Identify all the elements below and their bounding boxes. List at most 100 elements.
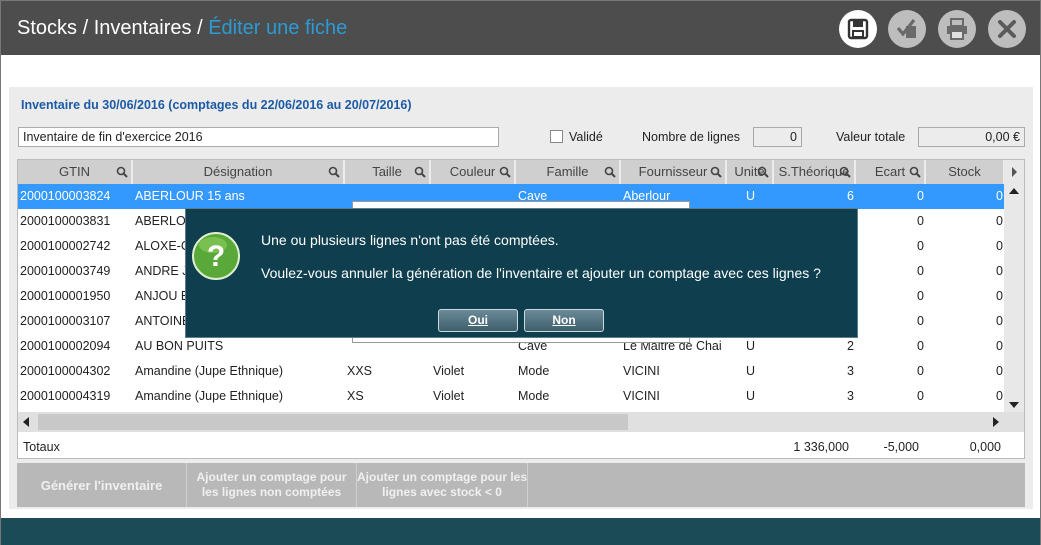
column-header-label: Couleur [449,164,496,179]
save-button[interactable] [839,10,877,48]
cell-des: Amandine (Jupe Ethnique) [135,364,284,378]
action-bar: Générer l'inventaire Ajouter un comptage… [17,463,1025,507]
description-input[interactable]: Inventaire de fin d'exercice 2016 [18,127,499,147]
cell-gtin: 2000100002742 [20,239,111,253]
search-icon[interactable] [116,166,128,178]
print-icon [947,18,967,40]
breadcrumb-current: Éditer une fiche [208,17,348,39]
horizontal-scrollbar[interactable] [18,412,1024,432]
search-icon[interactable] [414,166,426,178]
add-count-negative-stock-button[interactable]: Ajouter un comptage pour les lignes avec… [357,463,528,507]
column-header-label: Stock [948,164,981,179]
validated-label: Validé [569,130,603,144]
svg-text:?: ? [207,240,225,273]
search-icon[interactable] [710,166,722,178]
breadcrumb-separator: / [77,17,94,39]
breadcrumb-inventaires[interactable]: Inventaires [94,17,192,39]
cell-ecart: 0 [917,189,924,203]
totals-ecart: -5,000 [883,440,919,454]
cell-fourn: VICINI [623,364,660,378]
cell-stock: 0 [996,189,1003,203]
breadcrumb: Stocks / Inventaires / Éditer une fiche [17,17,347,40]
search-icon[interactable] [328,166,340,178]
scroll-columns-right[interactable] [1004,160,1024,184]
column-gtin-header[interactable]: GTIN [18,160,133,184]
cell-famille: Mode [518,389,550,403]
totals-stock: 0,000 [969,440,1001,454]
close-button[interactable] [988,10,1026,48]
scroll-up-icon[interactable] [1009,188,1019,194]
print-button[interactable] [938,10,976,48]
scroll-right-icon[interactable] [993,417,999,427]
totals-row: Totaux 1 336,000 -5,000 0,000 [18,434,1024,458]
cell-des: ABERLOUR 15 ans [135,189,245,203]
column-taille-header[interactable]: Taille [345,160,431,184]
column-header-label: GTIN [58,164,91,179]
cell-stock: 0 [996,239,1003,253]
column-ecart-header[interactable]: Ecart [856,160,926,184]
scroll-left-icon[interactable] [23,417,29,427]
cell-stock: 0 [996,264,1003,278]
search-icon[interactable] [757,166,769,178]
column-designation-header[interactable]: Désignation [133,160,345,184]
cell-ecart: 0 [917,339,924,353]
totals-theoretical: 1 336,000 [793,440,849,454]
breadcrumb-stocks[interactable]: Stocks [17,17,77,39]
cell-ecart: 0 [917,314,924,328]
column-header-label: Fournisseur [638,164,708,179]
generate-inventory-button[interactable]: Générer l'inventaire [17,463,187,507]
cell-stock: 0 [996,364,1003,378]
column-famille-header[interactable]: Famille [516,160,621,184]
cell-fourn: VICINI [623,389,660,403]
footer-bar [1,518,1040,545]
cell-theo: 3 [847,389,854,403]
yes-button[interactable]: Oui [438,309,518,332]
table-row[interactable]: 2000100004302 Amandine (Jupe Ethnique) XXS… [18,359,1005,384]
validate-button[interactable] [888,10,926,48]
cell-gtin: 2000100002094 [20,339,111,353]
cell-famille: Mode [518,364,550,378]
cell-gtin: 2000100003107 [20,314,111,328]
table-row[interactable]: 2000100004319 Amandine (Jupe Ethnique) XS V… [18,384,1005,409]
add-count-uncounted-button[interactable]: Ajouter un comptage pour les lignes non … [187,463,357,507]
column-couleur-header[interactable]: Couleur [431,160,516,184]
cell-ecart: 0 [917,239,924,253]
cell-unite: U [745,189,756,203]
chevron-right-icon [1012,167,1017,177]
column-unite-header[interactable]: Unité [727,160,774,184]
dialog-message-line2: Voulez-vous annuler la génération de l'i… [261,265,821,281]
vertical-scrollbar[interactable] [1004,184,1024,412]
column-header-label: Ecart [874,164,906,179]
column-fournisseur-header[interactable]: Fournisseur [621,160,727,184]
cell-gtin: 2000100003831 [20,214,111,228]
cell-couleur: Violet [433,389,465,403]
total-value-label: Valeur totale [836,130,906,144]
total-value-field: 0,00 € [918,127,1025,147]
cell-gtin: 2000100003824 [20,189,111,203]
cell-stock: 0 [996,314,1003,328]
column-theorique-header[interactable]: S.Théorique [774,160,856,184]
no-button[interactable]: Non [524,309,604,332]
inventory-title: Inventaire du 30/06/2016 (comptages du 2… [21,98,412,112]
cell-stock: 0 [996,289,1003,303]
app-window: Stocks / Inventaires / Éditer une fiche … [0,0,1041,545]
cell-unite: U [745,364,756,378]
validated-checkbox[interactable] [550,130,563,143]
cell-stock: 0 [996,214,1003,228]
cell-gtin: 2000100001950 [20,289,111,303]
search-icon[interactable] [909,166,921,178]
column-header-label: Désignation [203,164,273,179]
cell-stock: 0 [996,389,1003,403]
search-icon[interactable] [839,166,851,178]
cell-unite: U [745,389,756,403]
column-header-label: Taille [372,164,402,179]
validate-icon [896,19,916,38]
title-bar: Stocks / Inventaires / Éditer une fiche [1,1,1040,55]
scroll-down-icon[interactable] [1009,402,1019,408]
cell-taille: XS [347,389,364,403]
search-icon[interactable] [604,166,616,178]
search-icon[interactable] [499,166,511,178]
column-stock-header[interactable]: Stock [926,160,1005,184]
horizontal-scroll-thumb[interactable] [38,414,628,430]
dialog-message-line1: Une ou plusieurs lignes n'ont pas été co… [261,232,559,248]
